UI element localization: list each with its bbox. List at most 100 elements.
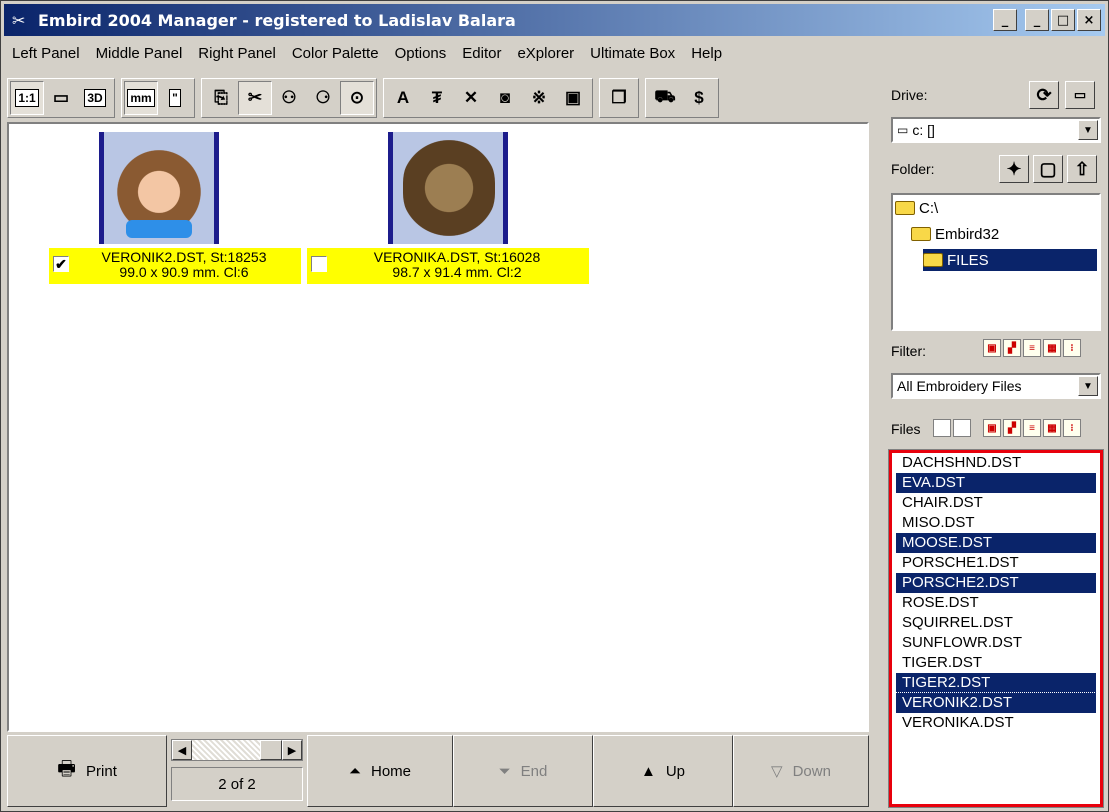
mdi-minimize-button[interactable]: _ [993,9,1017,31]
file-item[interactable]: SUNFLOWR.DST [896,633,1096,653]
view-list-icon[interactable]: ≡ [1023,339,1041,357]
copy-pages-icon[interactable]: ❐ [602,81,636,115]
file-item[interactable]: CHAIR.DST [896,493,1096,513]
design-dims: 98.7 x 91.4 mm. Cl:2 [392,264,522,280]
design-checkbox-veronika[interactable] [311,256,327,272]
design-label-veronik2[interactable]: ✔ VERONIK2.DST, St:18253 99.0 x 90.9 mm.… [49,248,301,284]
folder-tree[interactable]: C:\ Embird32 FILES [891,193,1101,331]
design-thumbnail-veronika[interactable] [388,132,508,244]
hoop-view-icon[interactable]: ⊙ [340,81,374,115]
view-grid-icon[interactable]: ⁝ [1063,339,1081,357]
menu-color-palette[interactable]: Color Palette [284,45,387,62]
folder-node-embird32[interactable]: Embird32 [911,223,1005,245]
chevron-down-icon[interactable]: ▼ [1078,376,1098,396]
file-item[interactable]: TIGER.DST [896,653,1096,673]
print-button[interactable]: 🖶 Print [7,735,167,807]
refresh-icon[interactable]: ⟳ [1029,81,1059,109]
scroll-right-icon[interactable]: ▶ [282,740,302,760]
view-large-icon[interactable]: ▣ [983,419,1001,437]
scroll-left-icon[interactable]: ◀ [172,740,192,760]
monitor-view-icon[interactable]: ▭ [44,81,78,115]
cross-stitch-icon[interactable]: ✕ [454,81,488,115]
drive-select[interactable]: ▭ c: [] ▼ [891,117,1101,143]
photo-stitch-icon[interactable]: ◙ [488,81,522,115]
files-label: Files [891,421,921,437]
folder-icon[interactable]: ▢ [1033,155,1063,183]
text-font-icon[interactable]: A [386,81,420,115]
view-color-icon[interactable]: ▞ [1003,339,1021,357]
tools-toolgroup: A ₮ ✕ ◙ ※ ▣ [383,78,593,118]
money-bag-icon[interactable]: $ [682,81,716,115]
view-color-icon[interactable]: ▞ [1003,419,1021,437]
file-item[interactable]: VERONIKA.DST [896,713,1096,733]
title-bar[interactable]: ✂ Embird 2004 Manager - registered to La… [4,4,1105,36]
menu-ultimate-box[interactable]: Ultimate Box [582,45,683,62]
maximize-button[interactable]: □ [1051,9,1075,31]
folder-node-files[interactable]: FILES [923,249,1097,271]
new-folder-icon[interactable]: ✦ [999,155,1029,183]
open-folder-icon [923,253,943,267]
end-button[interactable]: ⏷ End [453,735,593,807]
down-button[interactable]: ▽ Down [733,735,869,807]
design-checkbox-veronik2[interactable]: ✔ [53,256,69,272]
view-large-icon[interactable]: ▣ [983,339,1001,357]
chevron-down-icon[interactable]: ▼ [1078,120,1098,140]
folder-node-root[interactable]: C:\ [895,197,944,219]
filter-select[interactable]: All Embroidery Files ▼ [891,373,1101,399]
pattern-icon[interactable]: ※ [522,81,556,115]
up-button[interactable]: ▲ Up [593,735,733,807]
menu-options[interactable]: Options [387,45,455,62]
file-item[interactable]: DACHSHND.DST [896,453,1096,473]
drive-icon[interactable]: ▭ [1065,81,1095,109]
minimize-button[interactable]: _ [1025,9,1049,31]
menu-middle-panel[interactable]: Middle Panel [88,45,191,62]
view-grid-icon[interactable]: ⁝ [1063,419,1081,437]
shop-toolgroup: ⛟ $ [645,78,719,118]
units-toolgroup: mm " [121,78,195,118]
cut-stitches-icon[interactable]: ✂ [238,81,272,115]
file-item[interactable]: ROSE.DST [896,593,1096,613]
file-item[interactable]: VERONIK2.DST [895,692,1097,714]
scroll-track[interactable] [192,740,282,760]
file-item[interactable]: PORSCHE2.DST [896,573,1096,593]
select-all-checkbox[interactable] [933,419,951,437]
file-item[interactable]: TIGER2.DST [896,673,1096,693]
select-none-checkbox[interactable] [953,419,971,437]
toolbar: 1:1 ▭ 3D mm " ⎘ ✂ ⚇ ⚆ ⊙ A ₮ ✕ ◙ ※ ▣ ❐ ⛟ … [7,77,871,119]
needle-view-icon[interactable]: ⚆ [306,81,340,115]
filter-value: All Embroidery Files [897,378,1022,394]
file-list[interactable]: DACHSHND.DST EVA.DST CHAIR.DST MISO.DST … [888,449,1104,808]
file-item[interactable]: MOOSE.DST [896,533,1096,553]
design-thumbnail-veronik2[interactable] [99,132,219,244]
close-button[interactable]: × [1077,9,1101,31]
scale-1-1-button[interactable]: 1:1 [10,81,44,115]
menu-explorer[interactable]: eXplorer [509,45,582,62]
brown-face-embroidery [403,138,495,238]
frame-icon[interactable]: ▣ [556,81,590,115]
shopping-cart-icon[interactable]: ⛟ [648,81,682,115]
file-item[interactable]: EVA.DST [896,473,1096,493]
machine-icon[interactable]: ⎘ [204,81,238,115]
home-button[interactable]: ⏶ Home [307,735,453,807]
font-engine-icon[interactable]: ₮ [420,81,454,115]
menu-left-panel[interactable]: Left Panel [4,45,88,62]
menu-editor[interactable]: Editor [454,45,509,62]
units-inch-button[interactable]: " [158,81,192,115]
page-scrollbar[interactable]: ◀ ▶ [171,739,303,761]
design-label-veronika[interactable]: VERONIKA.DST, St:16028 98.7 x 91.4 mm. C… [307,248,589,284]
view-small-icon[interactable]: ▦ [1043,339,1061,357]
parent-folder-icon[interactable]: ⇧ [1067,155,1097,183]
design-preview-area[interactable]: ✔ VERONIK2.DST, St:18253 99.0 x 90.9 mm.… [7,122,869,732]
scroll-thumb[interactable] [260,740,282,760]
girl-collar-embroidery [126,220,192,238]
file-item[interactable]: PORSCHE1.DST [896,553,1096,573]
stitch-view-icon[interactable]: ⚇ [272,81,306,115]
menu-right-panel[interactable]: Right Panel [190,45,284,62]
view-3d-button[interactable]: 3D [78,81,112,115]
view-small-icon[interactable]: ▦ [1043,419,1061,437]
file-item[interactable]: MISO.DST [896,513,1096,533]
view-list-icon[interactable]: ≡ [1023,419,1041,437]
units-mm-button[interactable]: mm [124,81,158,115]
menu-help[interactable]: Help [683,45,730,62]
file-item[interactable]: SQUIRREL.DST [896,613,1096,633]
